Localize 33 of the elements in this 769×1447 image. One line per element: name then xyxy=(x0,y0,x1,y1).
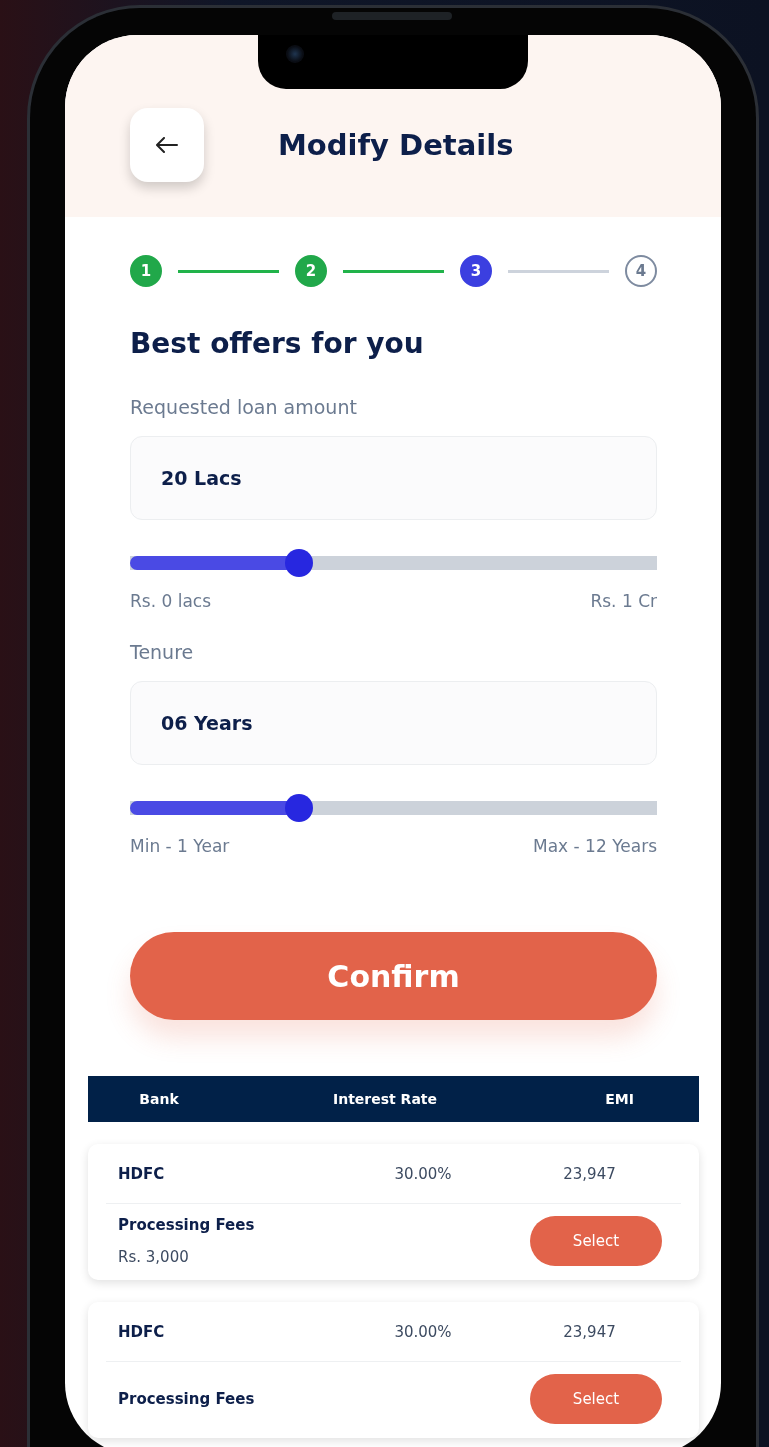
fee-label: Processing Fees xyxy=(118,1390,255,1408)
step-indicator: 3 xyxy=(460,255,492,287)
step-indicator: 2 xyxy=(295,255,327,287)
select-button[interactable]: Select xyxy=(530,1216,662,1266)
field-label: Requested loan amount xyxy=(130,396,358,418)
input-field[interactable]: 06 Years xyxy=(130,681,657,765)
back-arrow-icon xyxy=(156,137,178,153)
column-header: Bank xyxy=(138,1091,180,1107)
bank-name: HDFC xyxy=(118,1322,166,1341)
input-field[interactable]: 20 Lacs xyxy=(130,436,657,520)
page-title: Modify Details xyxy=(278,128,514,162)
step-indicator: 4 xyxy=(625,255,657,287)
confirm-button[interactable]: Confirm xyxy=(130,932,657,1020)
section-heading: Best offers for you xyxy=(130,327,425,360)
column-header: EMI xyxy=(604,1091,635,1107)
emi-amount: 23,947 xyxy=(562,1164,617,1183)
range-min-label: Min - 1 Year xyxy=(130,836,230,856)
fee-label: Processing Fees xyxy=(118,1216,255,1234)
select-button[interactable]: Select xyxy=(530,1374,662,1424)
range-max-label: Max - 12 Years xyxy=(533,836,657,856)
field-label: Tenure xyxy=(130,641,195,663)
column-header: Interest Rate xyxy=(331,1091,439,1107)
interest-rate: 30.00% xyxy=(393,1322,453,1341)
emi-amount: 23,947 xyxy=(562,1322,617,1341)
range-max-label: Rs. 1 Cr xyxy=(590,591,657,611)
bank-name: HDFC xyxy=(118,1164,166,1183)
fee-amount: Rs. 3,000 xyxy=(118,1248,190,1266)
step-indicator: 1 xyxy=(130,255,162,287)
range-min-label: Rs. 0 lacs xyxy=(130,591,212,611)
interest-rate: 30.00% xyxy=(393,1164,453,1183)
camera-icon xyxy=(286,45,304,63)
slider-thumb[interactable] xyxy=(284,549,313,577)
slider-thumb[interactable] xyxy=(284,794,313,822)
